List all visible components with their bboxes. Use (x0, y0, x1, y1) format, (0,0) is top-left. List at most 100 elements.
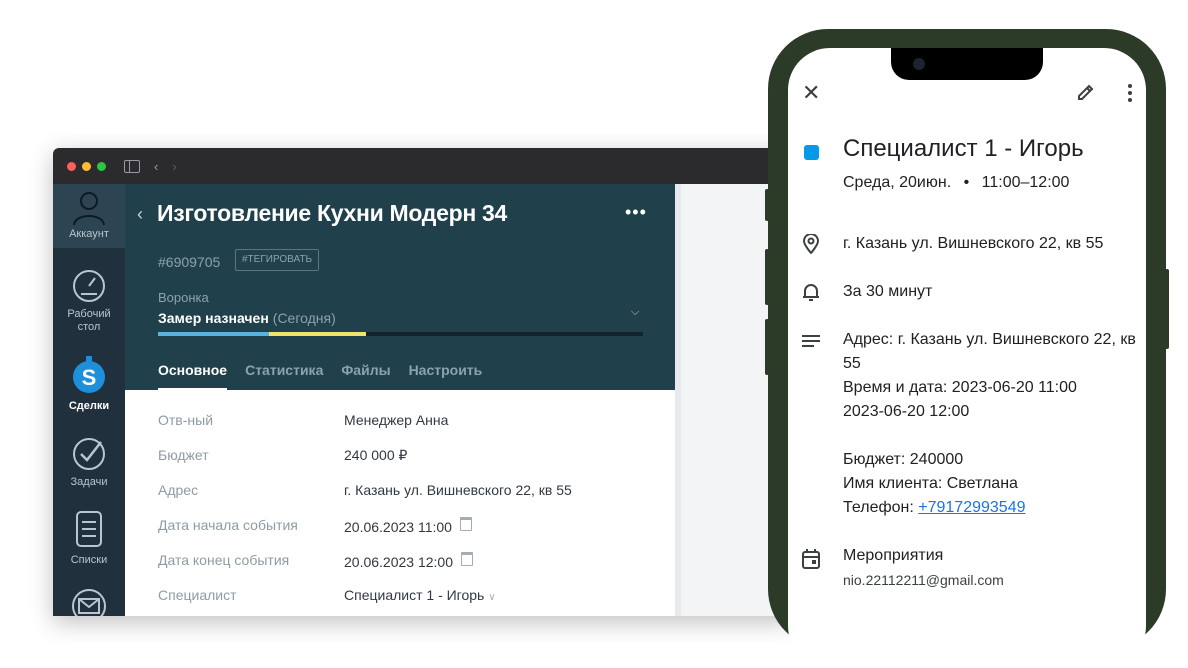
desc-spacer (843, 424, 1143, 448)
zoom-window-button[interactable] (97, 161, 106, 171)
tag-button[interactable]: #ТЕГИРОВАТЬ (235, 249, 320, 271)
field-label: Дата конец события (158, 552, 290, 568)
location-pin-icon (802, 234, 820, 254)
lead-id: #6909705 (158, 254, 221, 270)
sidebar-item-label: Рабочий (67, 308, 111, 320)
desc-phone-row: Телефон: +79172993549 (843, 496, 1143, 520)
tab-statistics[interactable]: Статистика (245, 362, 323, 390)
field-row: Специалист Специалист 1 - Игорь ∨ (158, 587, 496, 603)
calendar-icon[interactable] (461, 552, 473, 566)
chevron-down-icon[interactable]: ⌵ (631, 306, 639, 319)
responsible-value[interactable]: Менеджер Анна (344, 412, 448, 428)
sidebar-item-lists[interactable]: Списки (53, 510, 125, 567)
lead-title[interactable]: Изготовление Кухни Модерн 34 (157, 200, 507, 227)
sidebar-item-label: Сделки (68, 400, 110, 412)
progress-segment (269, 332, 366, 336)
checkmark-circle-icon (73, 438, 105, 470)
mail-envelope-icon (72, 589, 106, 616)
phone-side-button (765, 249, 769, 305)
stage-progress-bar (158, 332, 643, 336)
edit-pencil-icon[interactable] (1076, 82, 1096, 102)
sidebar-item-tasks[interactable]: Задачи (53, 436, 125, 489)
tab-files[interactable]: Файлы (341, 362, 390, 390)
end-date-value[interactable]: 20.06.2023 12:00 (344, 552, 473, 570)
account-area[interactable]: Аккаунт (53, 184, 125, 248)
start-date-value[interactable]: 20.06.2023 11:00 (344, 517, 472, 535)
event-day: Среда, 20июн. (843, 174, 952, 191)
svg-text:S: S (82, 365, 97, 390)
calendar-icon (802, 549, 820, 569)
lead-fields: Отв-ный Менеджер Анна Бюджет 240 000 ₽ А… (125, 390, 675, 616)
sidebar-item-dashboard[interactable]: Рабочий стол (53, 268, 125, 334)
event-color-indicator (804, 145, 819, 160)
sidebar-item-mail[interactable] (53, 588, 125, 616)
event-datetime: Среда, 20июн. • 11:00–12:00 (843, 174, 1069, 192)
desc-client: Имя клиента: Светлана (843, 475, 1018, 492)
back-arrow-icon[interactable]: ‹ (154, 159, 158, 174)
field-row: Отв-ный Менеджер Анна (158, 412, 448, 428)
phone-side-button (765, 319, 769, 375)
description-lines-icon (802, 335, 820, 347)
account-label: Аккаунт (69, 228, 109, 240)
minimize-window-button[interactable] (82, 161, 91, 171)
field-label: Бюджет (158, 447, 209, 463)
field-row: Бюджет 240 000 ₽ (158, 447, 407, 464)
event-title: Специалист 1 - Игорь (843, 135, 1084, 162)
budget-value[interactable]: 240 000 ₽ (344, 447, 407, 464)
field-label: Дата начала события (158, 517, 298, 533)
crm-window: ‹ › Аккаунт Рабочий стол S Сделки Задачи… (53, 148, 793, 616)
specialist-text: Специалист 1 - Игорь (344, 587, 485, 603)
chevron-down-icon[interactable]: ∨ (488, 592, 495, 603)
phone-frame: ✕ Специалист 1 - Игорь Среда, 20июн. • 1… (765, 29, 1169, 668)
sidebar-toggle-icon[interactable] (124, 159, 140, 173)
funnel-label: Воронка (158, 290, 209, 305)
phone-side-button (765, 189, 769, 221)
event-location[interactable]: г. Казань ул. Вишневского 22, кв 55 (843, 232, 1103, 256)
event-details-screen: ✕ Специалист 1 - Игорь Среда, 20июн. • 1… (788, 48, 1146, 668)
field-label: Отв-ный (158, 412, 214, 428)
stage-select[interactable]: Замер назначен (Сегодня) (158, 310, 336, 326)
forward-arrow-icon[interactable]: › (172, 159, 176, 174)
deals-dollar-icon: S (73, 356, 105, 393)
stage-date-note: (Сегодня) (272, 310, 336, 326)
calendar-icon[interactable] (459, 517, 472, 531)
field-label: Адрес (158, 482, 199, 498)
back-chevron-icon[interactable]: ‹ (137, 204, 143, 225)
desc-address: Адрес: г. Казань ул. Вишневского 22, кв … (843, 331, 1136, 372)
tab-settings[interactable]: Настроить (409, 362, 483, 390)
field-row: Дата конец события 20.06.2023 12:00 (158, 552, 473, 570)
event-calendar: Мероприятия nio.22112211@gmail.com (843, 544, 1004, 592)
desc-datetime-end: 2023-06-20 12:00 (843, 403, 970, 420)
sidebar-item-label: стол (77, 321, 101, 333)
phone-link[interactable]: +79172993549 (918, 499, 1025, 516)
close-window-button[interactable] (67, 161, 76, 171)
field-label: Специалист (158, 587, 237, 603)
sidebar-item-deals[interactable]: S Сделки (53, 356, 125, 413)
specialist-select[interactable]: Специалист 1 - Игорь ∨ (344, 587, 496, 603)
calendar-email: nio.22112211@gmail.com (843, 572, 1004, 588)
separator-dot: • (963, 174, 970, 191)
tab-main[interactable]: Основное (158, 362, 228, 390)
window-titlebar: ‹ › (53, 148, 793, 184)
lead-card-header: ‹ Изготовление Кухни Модерн 34 ••• #6909… (125, 184, 675, 390)
phone-side-button (1165, 269, 1169, 349)
speedometer-icon (73, 270, 105, 302)
stage-name: Замер назначен (158, 310, 269, 326)
end-date-text: 20.06.2023 12:00 (344, 554, 453, 570)
sidebar-item-label: Задачи (70, 476, 108, 488)
bell-icon (803, 284, 819, 301)
event-reminder: За 30 минут (843, 283, 933, 300)
start-date-text: 20.06.2023 11:00 (344, 519, 452, 535)
more-options-icon[interactable]: ••• (625, 202, 647, 223)
calendar-name: Мероприятия (843, 547, 944, 564)
close-icon[interactable]: ✕ (802, 80, 820, 106)
desc-phone-label: Телефон: (843, 499, 919, 516)
address-value[interactable]: г. Казань ул. Вишневского 22, кв 55 (344, 482, 572, 498)
crm-sidebar: Аккаунт Рабочий стол S Сделки Задачи Спи… (53, 184, 125, 616)
more-vert-icon[interactable] (1128, 84, 1132, 102)
desc-datetime: Время и дата: 2023-06-20 11:00 (843, 379, 1077, 396)
field-row: Адрес г. Казань ул. Вишневского 22, кв 5… (158, 482, 572, 498)
event-time: 11:00–12:00 (981, 174, 1070, 191)
list-document-icon (76, 511, 102, 547)
phone-notch (891, 48, 1043, 80)
